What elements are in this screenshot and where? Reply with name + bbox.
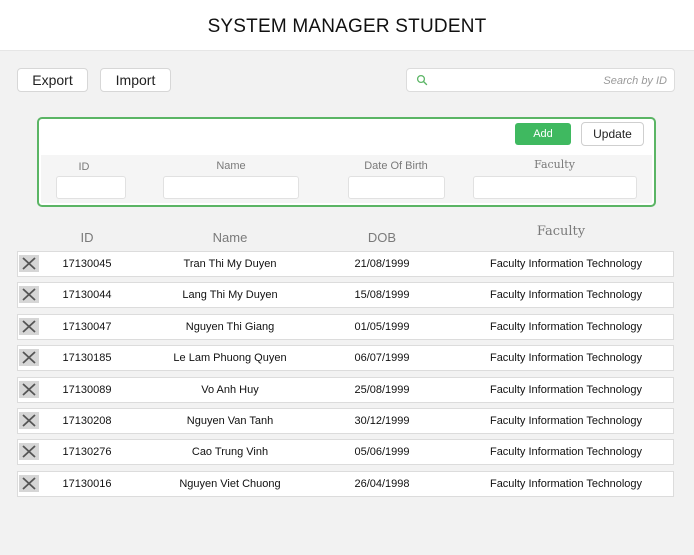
cell-name: Lang Thi My Duyen <box>182 289 278 301</box>
form-fields: ID Name Date Of Birth Faculty <box>41 155 652 203</box>
app-header: SYSTEM MANAGER STUDENT <box>0 0 694 51</box>
cell-faculty: Faculty Information Technology <box>489 258 643 270</box>
id-field[interactable] <box>56 176 126 199</box>
cell-faculty: Faculty Information Technology <box>489 352 643 364</box>
close-icon <box>22 414 36 427</box>
add-button[interactable]: Add <box>515 123 571 145</box>
export-button[interactable]: Export <box>17 68 88 92</box>
cell-dob: 15/08/1999 <box>354 289 410 301</box>
column-header-id: ID <box>80 230 94 245</box>
cell-id: 17130089 <box>62 384 112 396</box>
cell-id: 17130045 <box>62 258 112 270</box>
dob-field-label: Date Of Birth <box>364 160 428 172</box>
table-row[interactable]: 17130016 Nguyen Viet Chuong 26/04/1998 F… <box>17 471 674 497</box>
table-row[interactable]: 17130045 Tran Thi My Duyen 21/08/1999 Fa… <box>17 251 674 277</box>
delete-row-button[interactable] <box>19 318 39 335</box>
cell-faculty: Faculty Information Technology <box>489 384 643 396</box>
cell-dob: 30/12/1999 <box>354 415 410 427</box>
column-header-faculty: Faculty <box>536 224 586 239</box>
cell-id: 17130016 <box>62 478 112 490</box>
cell-name: Vo Anh Huy <box>201 384 259 396</box>
column-header-dob: DOB <box>367 230 397 245</box>
cell-id: 17130208 <box>62 415 112 427</box>
delete-row-button[interactable] <box>19 412 39 429</box>
student-form-panel: Add Update ID Name Date Of Birth Faculty <box>37 117 656 207</box>
cell-dob: 26/04/1998 <box>354 478 410 490</box>
cell-name: Nguyen Thi Giang <box>185 321 275 333</box>
faculty-field[interactable] <box>473 176 637 199</box>
cell-faculty: Faculty Information Technology <box>489 478 643 490</box>
cell-name: Cao Trung Vinh <box>191 446 269 458</box>
delete-row-button[interactable] <box>19 443 39 460</box>
cell-dob: 21/08/1999 <box>354 258 410 270</box>
cell-dob: 01/05/1999 <box>354 321 410 333</box>
cell-dob: 05/06/1999 <box>354 446 410 458</box>
id-field-label: ID <box>78 161 90 173</box>
cell-name: Nguyen Van Tanh <box>186 415 274 427</box>
cell-faculty: Faculty Information Technology <box>489 289 643 301</box>
cell-id: 17130044 <box>62 289 112 301</box>
close-icon <box>22 351 36 364</box>
import-button[interactable]: Import <box>100 68 171 92</box>
name-field-label: Name <box>216 160 246 172</box>
close-icon <box>22 320 36 333</box>
close-icon <box>22 257 36 270</box>
cell-id: 17130276 <box>62 446 112 458</box>
faculty-field-label: Faculty <box>534 158 575 171</box>
cell-id: 17130047 <box>62 321 112 333</box>
cell-faculty: Faculty Information Technology <box>489 321 643 333</box>
table-row[interactable]: 17130185 Le Lam Phuong Quyen 06/07/1999 … <box>17 345 674 371</box>
table-row[interactable]: 17130047 Nguyen Thi Giang 01/05/1999 Fac… <box>17 314 674 340</box>
column-header-name: Name <box>212 230 248 245</box>
close-icon <box>22 477 36 490</box>
table-row[interactable]: 17130089 Vo Anh Huy 25/08/1999 Faculty I… <box>17 377 674 403</box>
table-row[interactable]: 17130208 Nguyen Van Tanh 30/12/1999 Facu… <box>17 408 674 434</box>
delete-row-button[interactable] <box>19 255 39 272</box>
search-box[interactable] <box>406 68 675 92</box>
search-icon <box>416 74 428 86</box>
delete-row-button[interactable] <box>19 286 39 303</box>
close-icon <box>22 288 36 301</box>
cell-faculty: Faculty Information Technology <box>489 446 643 458</box>
table-row[interactable]: 17130276 Cao Trung Vinh 05/06/1999 Facul… <box>17 439 674 465</box>
cell-dob: 06/07/1999 <box>354 352 410 364</box>
dob-field[interactable] <box>348 176 445 199</box>
search-input[interactable] <box>433 71 669 91</box>
cell-faculty: Faculty Information Technology <box>489 415 643 427</box>
table-row[interactable]: 17130044 Lang Thi My Duyen 15/08/1999 Fa… <box>17 282 674 308</box>
cell-name: Le Lam Phuong Quyen <box>173 352 287 364</box>
close-icon <box>22 383 36 396</box>
cell-name: Nguyen Viet Chuong <box>179 478 281 490</box>
delete-row-button[interactable] <box>19 475 39 492</box>
delete-row-button[interactable] <box>19 381 39 398</box>
cell-dob: 25/08/1999 <box>354 384 410 396</box>
update-button[interactable]: Update <box>581 122 644 146</box>
name-field[interactable] <box>163 176 299 199</box>
cell-id: 17130185 <box>62 352 112 364</box>
close-icon <box>22 445 36 458</box>
page-title: SYSTEM MANAGER STUDENT <box>207 16 487 37</box>
delete-row-button[interactable] <box>19 349 39 366</box>
cell-name: Tran Thi My Duyen <box>183 258 277 270</box>
